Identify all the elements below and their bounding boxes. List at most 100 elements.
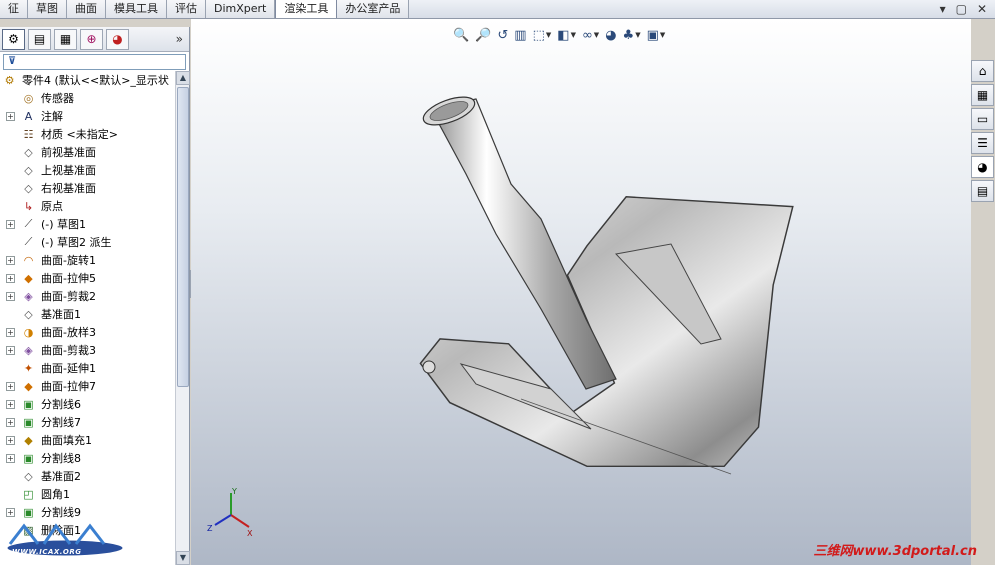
- display-style-button[interactable]: ◧ ▼: [557, 26, 576, 44]
- expand-toggle-icon[interactable]: +: [6, 255, 15, 265]
- tab-5[interactable]: DimXpert: [206, 0, 276, 18]
- dropdown-arrow-icon[interactable]: ▼: [546, 31, 551, 39]
- expand-toggle-icon[interactable]: +: [6, 327, 15, 337]
- expand-toggle-icon[interactable]: +: [6, 345, 15, 355]
- dimxpert-manager-tab[interactable]: ⊕: [80, 28, 103, 50]
- tree-item-label: 基准面1: [41, 308, 81, 321]
- more-tabs-chevron-icon[interactable]: »: [176, 32, 183, 46]
- expand-toggle-icon[interactable]: +: [6, 219, 15, 229]
- tree-item[interactable]: + ◆ 曲面填充1: [0, 431, 175, 449]
- tree-root-part[interactable]: ⚙ 零件4 (默认<<默认>_显示状: [0, 71, 175, 89]
- tree-item[interactable]: ⟋ (-) 草图2 派生: [0, 233, 175, 251]
- expand-toggle-icon[interactable]: +: [6, 273, 15, 283]
- minimize-icon[interactable]: ▾: [940, 2, 946, 16]
- tree-item[interactable]: ◎ 传感器: [0, 89, 175, 107]
- tree-item[interactable]: ✦ 曲面-延伸1: [0, 359, 175, 377]
- dropdown-arrow-icon[interactable]: ▼: [594, 31, 599, 39]
- tree-item-label: 分割线9: [41, 506, 81, 519]
- tree-item[interactable]: + ▣ 分割线9: [0, 503, 175, 521]
- view-palette-tab[interactable]: ☰: [971, 132, 994, 154]
- feature-manager-tab[interactable]: ⚙: [2, 28, 25, 50]
- expand-toggle-icon[interactable]: +: [6, 399, 15, 409]
- tab-0[interactable]: 征: [0, 0, 28, 18]
- tree-vertical-scrollbar[interactable]: ▲ ▼: [175, 71, 190, 565]
- custom-properties-tab[interactable]: ▤: [971, 180, 994, 202]
- tree-item[interactable]: ◇ 基准面2: [0, 467, 175, 485]
- section-view-button[interactable]: ▥: [514, 26, 526, 44]
- tree-item[interactable]: ◇ 基准面1: [0, 305, 175, 323]
- scroll-down-icon[interactable]: ▼: [176, 551, 190, 565]
- tree-item[interactable]: + ▣ 分割线6: [0, 395, 175, 413]
- apply-scene-button[interactable]: ♣ ▼: [623, 26, 641, 44]
- zoom-to-fit-button[interactable]: 🔍: [453, 26, 469, 44]
- tree-item[interactable]: ◰ 圆角1: [0, 485, 175, 503]
- tree-item[interactable]: + ◆ 曲面-拉伸5: [0, 269, 175, 287]
- tab-2[interactable]: 曲面: [67, 0, 106, 18]
- expand-toggle-icon[interactable]: +: [6, 381, 15, 391]
- dropdown-arrow-icon[interactable]: ▼: [571, 31, 576, 39]
- previous-view-button[interactable]: ↺: [497, 26, 508, 44]
- tree-item-label: 原点: [41, 200, 63, 213]
- hide-show-items-button[interactable]: ∞ ▼: [582, 26, 599, 44]
- expand-toggle-icon[interactable]: +: [6, 417, 15, 427]
- panel-tabs: ⚙ ▤ ▦ ⊕ ◕ »: [0, 27, 189, 52]
- dropdown-arrow-icon[interactable]: ▼: [660, 31, 665, 39]
- file-explorer-tab[interactable]: ▭: [971, 108, 994, 130]
- graphics-area[interactable]: 🔍 🔎 ↺ ▥ ⬚ ▼ ◧ ▼ ∞ ▼ ◕ ♣ ▼ ▣ ▼ Y X Z: [191, 19, 971, 565]
- view-settings-button[interactable]: ▣ ▼: [647, 26, 666, 44]
- feature-filter-input[interactable]: ⊽: [3, 54, 186, 70]
- tree-item[interactable]: + ▣ 分割线7: [0, 413, 175, 431]
- fillet-icon: ◰: [23, 487, 34, 501]
- configuration-manager-tab[interactable]: ▦: [54, 28, 77, 50]
- tree-item[interactable]: ◇ 上视基准面: [0, 161, 175, 179]
- edit-appearance-button[interactable]: ◕: [605, 26, 616, 44]
- view-orientation-button[interactable]: ⬚ ▼: [533, 26, 552, 44]
- appearances-tab[interactable]: ◕: [971, 156, 994, 178]
- tree-item[interactable]: ◇ 前视基准面: [0, 143, 175, 161]
- expand-toggle-icon[interactable]: +: [6, 291, 15, 301]
- tree-item[interactable]: + ◠ 曲面-旋转1: [0, 251, 175, 269]
- expand-toggle-icon[interactable]: +: [6, 453, 15, 463]
- restore-icon[interactable]: ▢: [956, 2, 967, 16]
- surface-revolve-icon: ◠: [23, 253, 34, 267]
- window-controls: ▾ ▢ ✕: [940, 2, 987, 16]
- tree-item[interactable]: + ▣ 分割线8: [0, 449, 175, 467]
- tree-item[interactable]: + ◈ 曲面-剪裁3: [0, 341, 175, 359]
- tab-7[interactable]: 办公室产品: [337, 0, 410, 18]
- tree-item[interactable]: + A 注解: [0, 107, 175, 125]
- expand-toggle-icon[interactable]: +: [6, 435, 15, 445]
- tree-item[interactable]: + ◑ 曲面-放样3: [0, 323, 175, 341]
- tree-item[interactable]: + ◈ 曲面-剪裁2: [0, 287, 175, 305]
- property-manager-tab[interactable]: ▤: [28, 28, 51, 50]
- tab-1[interactable]: 草图: [28, 0, 67, 18]
- tree-item-label: 传感器: [41, 92, 74, 105]
- surface-trim-icon: ◈: [24, 343, 33, 357]
- file-explorer-icon: ▭: [976, 112, 989, 126]
- sketch-icon: ⟋: [24, 217, 33, 230]
- zoom-area-button[interactable]: 🔎: [475, 26, 491, 44]
- appearances-icon: ◕: [977, 160, 988, 174]
- expand-toggle-icon[interactable]: +: [6, 507, 15, 517]
- tree-item[interactable]: ↳ 原点: [0, 197, 175, 215]
- dropdown-arrow-icon[interactable]: ▼: [635, 31, 640, 39]
- tab-3[interactable]: 模具工具: [106, 0, 167, 18]
- feature-tree-icon: ⚙: [8, 32, 19, 46]
- tree-item[interactable]: + ◆ 曲面-拉伸7: [0, 377, 175, 395]
- shovel-model[interactable]: [401, 89, 801, 509]
- expand-toggle-icon[interactable]: +: [6, 111, 15, 121]
- scroll-up-icon[interactable]: ▲: [176, 71, 190, 85]
- home-tab[interactable]: ⌂: [971, 60, 994, 82]
- tree-item[interactable]: ☷ 材质 <未指定>: [0, 125, 175, 143]
- plane-icon: ◇: [24, 469, 33, 483]
- scroll-thumb[interactable]: [177, 87, 189, 387]
- tree-item[interactable]: ◇ 右视基准面: [0, 179, 175, 197]
- design-library-tab[interactable]: ▦: [971, 84, 994, 106]
- tab-4[interactable]: 评估: [167, 0, 206, 18]
- tree-item[interactable]: + ⟋ (-) 草图1: [0, 215, 175, 233]
- display-manager-tab[interactable]: ◕: [106, 28, 129, 50]
- origin-icon: ↳: [23, 199, 34, 213]
- part-icon: ⚙: [4, 73, 15, 87]
- tab-6[interactable]: 渲染工具: [275, 0, 338, 18]
- close-icon[interactable]: ✕: [977, 2, 987, 16]
- sensor-icon: ◎: [23, 91, 34, 105]
